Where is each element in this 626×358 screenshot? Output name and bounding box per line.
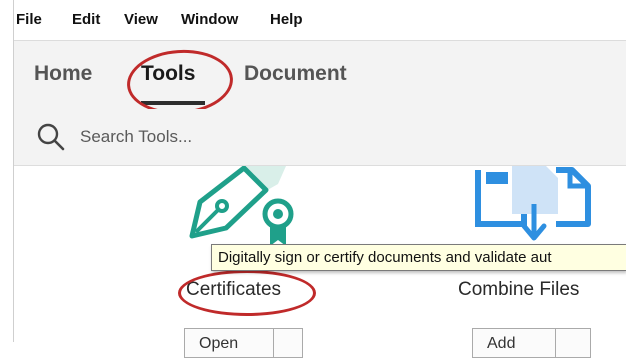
highlight-circle-tools xyxy=(124,46,236,118)
search-icon[interactable] xyxy=(36,122,66,152)
certificates-open-button[interactable]: Open xyxy=(184,328,274,358)
certificates-open-dropdown[interactable] xyxy=(273,328,303,358)
combine-files-icon[interactable] xyxy=(472,166,602,246)
search-bar xyxy=(14,109,626,166)
menu-window[interactable]: Window xyxy=(181,11,238,28)
menu-help[interactable]: Help xyxy=(270,11,303,28)
tab-home[interactable]: Home xyxy=(34,62,92,86)
highlight-circle-certificates xyxy=(178,270,316,316)
certificates-tooltip: Digitally sign or certify documents and … xyxy=(211,244,626,271)
combine-files-add-button[interactable]: Add xyxy=(472,328,556,358)
menu-edit[interactable]: Edit xyxy=(72,11,100,28)
window-left-edge xyxy=(0,0,14,342)
window-left-border xyxy=(13,0,14,342)
tab-bar: Home Tools Document xyxy=(14,40,626,118)
menu-bar: File Edit View Window Help xyxy=(0,0,626,40)
menu-file[interactable]: File xyxy=(16,11,42,28)
tab-document[interactable]: Document xyxy=(244,62,347,86)
certificate-pen-icon[interactable] xyxy=(186,166,306,246)
search-input[interactable] xyxy=(80,125,380,149)
combine-files-add-dropdown[interactable] xyxy=(555,328,591,358)
tool-label-combine-files[interactable]: Combine Files xyxy=(458,279,579,301)
menu-view[interactable]: View xyxy=(124,11,158,28)
